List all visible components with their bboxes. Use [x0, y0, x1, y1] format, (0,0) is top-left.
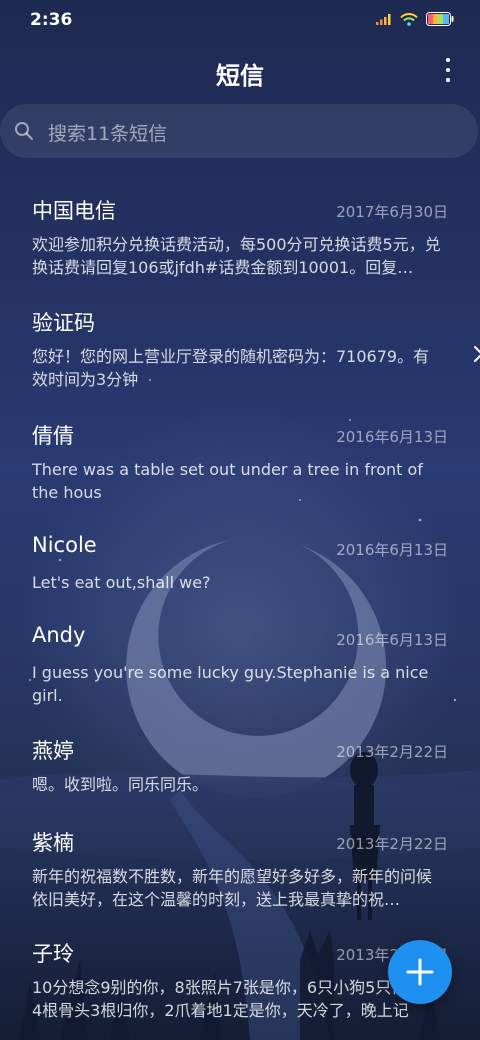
status-time: 2:36 [30, 10, 73, 30]
sender-name: 子玲 [32, 942, 74, 966]
conversation-item[interactable]: 验证码 您好！您的网上营业厅登录的随机密码为：710679。有效时间为3分钟 [32, 307, 480, 407]
page-title: 短信 [216, 62, 264, 90]
sender-name: 紫楠 [32, 831, 74, 855]
message-date: 2017年6月30日 [336, 203, 448, 221]
message-preview: Let's eat out,shall we? [32, 573, 211, 592]
plus-icon [406, 958, 434, 986]
conversation-item[interactable]: 子玲 2013年2月22日 10分想念9别的你，8张照片7张是你，6只小狗5只像… [32, 938, 452, 1038]
conversation-item[interactable]: 中国电信 2017年6月30日 欢迎参加积分兑换话费活动，每500分可兑换话费5… [32, 195, 452, 295]
message-date: 2016年6月13日 [336, 428, 448, 446]
sender-name: 倩倩 [32, 424, 74, 448]
more-vertical-icon [446, 58, 450, 62]
status-bar: 2:36 [0, 0, 480, 40]
message-date: 2013年2月22日 [336, 835, 448, 853]
conversation-item[interactable]: Andy 2016年6月13日 I guess you're some luck… [32, 623, 452, 723]
message-date: 2013年2月22日 [336, 743, 448, 761]
search-placeholder: 搜索11条短信 [48, 123, 168, 145]
message-preview: 新年的祝福数不胜数，新年的愿望好多好多，新年的问候依旧美好，在这个温馨的时刻，送… [32, 867, 433, 909]
message-date: 2016年6月13日 [336, 541, 448, 559]
more-vertical-icon [446, 68, 450, 72]
message-preview: There was a table set out under a tree i… [32, 460, 423, 502]
more-vertical-icon [446, 78, 450, 82]
wifi-icon [400, 12, 418, 26]
new-message-button[interactable] [388, 940, 452, 1004]
search-icon [15, 122, 33, 140]
conversation-item[interactable]: 燕婷 2013年2月22日 嗯。收到啦。同乐同乐。 [32, 735, 452, 815]
conversation-item[interactable]: 紫楠 2013年2月22日 新年的祝福数不胜数，新年的愿望好多好多，新年的问候依… [32, 827, 452, 927]
sender-name: 中国电信 [32, 199, 116, 223]
battery-icon [426, 12, 454, 26]
signal-icon [376, 14, 391, 25]
message-preview: 您好！您的网上营业厅登录的随机密码为：710679。有效时间为3分钟 [32, 347, 430, 389]
message-preview: 欢迎参加积分兑换话费活动，每500分可兑换话费5元，兑换话费请回复106或jfd… [32, 235, 441, 277]
chevron-right-icon [474, 346, 480, 362]
sender-name: 验证码 [32, 311, 95, 335]
message-preview: 10分想念9别的你，8张照片7张是你，6只小狗5只像你，4根骨头3根归你，2爪着… [32, 978, 440, 1020]
header: 短信 [0, 44, 480, 96]
message-date: 2016年6月13日 [336, 631, 448, 649]
status-icons [376, 12, 454, 26]
message-preview: 嗯。收到啦。同乐同乐。 [32, 775, 209, 794]
sender-name: Andy [32, 623, 86, 647]
sender-name: Nicole [32, 533, 97, 557]
search-input[interactable]: 搜索11条短信 [0, 104, 478, 158]
conversation-item[interactable]: 倩倩 2016年6月13日 There was a table set out … [32, 420, 452, 520]
sender-name: 燕婷 [32, 739, 74, 763]
message-preview: I guess you're some lucky guy.Stephanie … [32, 663, 429, 705]
conversation-item[interactable]: Nicole 2016年6月13日 Let's eat out,shall we… [32, 533, 452, 613]
more-options-button[interactable] [438, 56, 458, 84]
